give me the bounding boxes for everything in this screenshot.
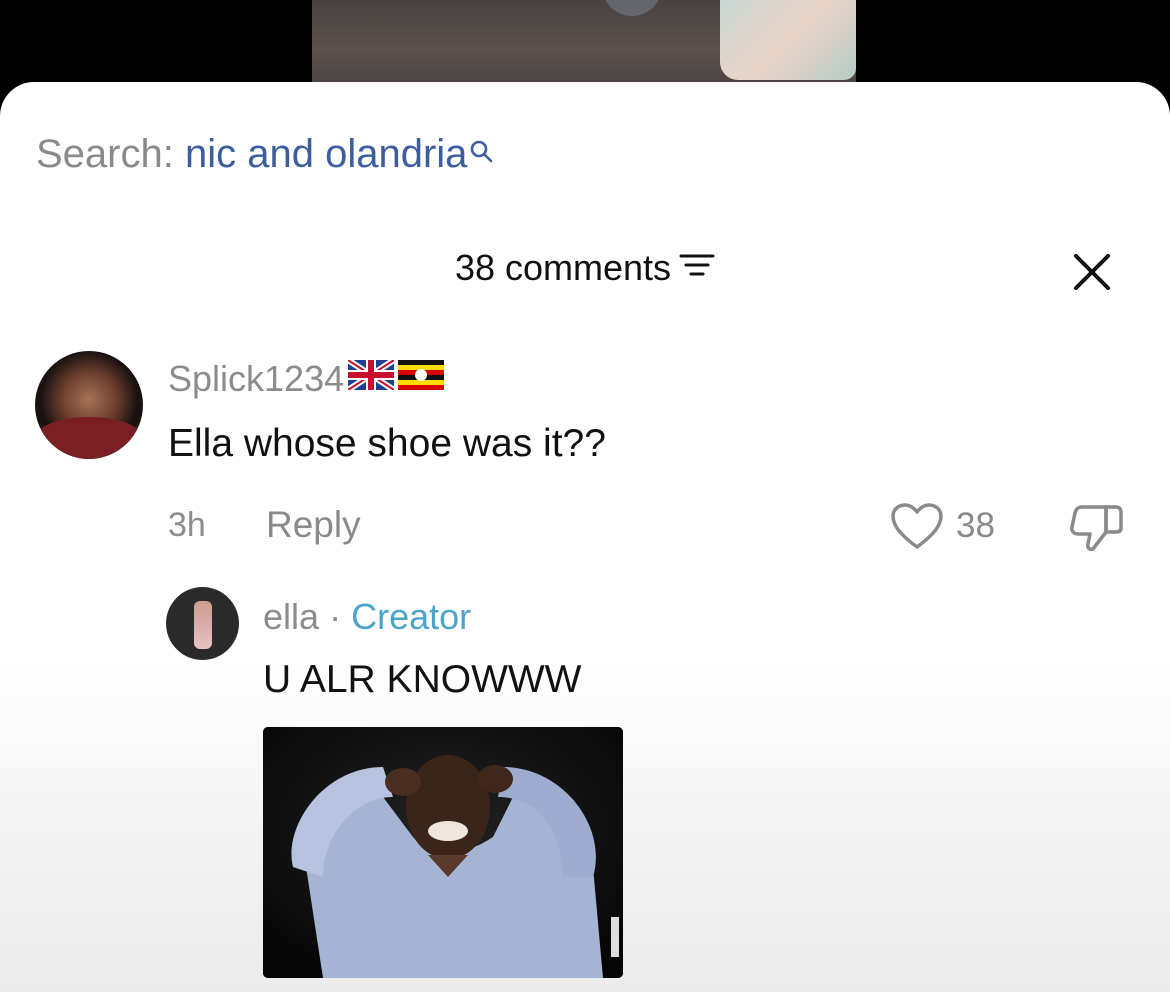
comments-count-header[interactable]: 38 comments	[0, 247, 1170, 289]
avatar[interactable]	[35, 351, 143, 459]
filter-icon[interactable]	[679, 247, 715, 289]
comment-username[interactable]: Splick1234	[168, 357, 445, 400]
avatar[interactable]	[166, 587, 239, 660]
avatar-coat	[35, 417, 143, 459]
box-image	[720, 0, 856, 80]
uganda-flag-icon	[398, 357, 445, 399]
creator-badge: Creator	[351, 596, 472, 637]
separator-dot: ·	[329, 596, 342, 637]
comment-timestamp: 3h	[168, 506, 206, 544]
avatar-figure	[194, 601, 212, 649]
username-text[interactable]: Splick1234	[168, 358, 344, 399]
shoe-image	[602, 0, 662, 16]
search-suggestion[interactable]: Search: nic and olandria	[36, 132, 495, 177]
reply-username[interactable]: ella · Creator	[263, 596, 471, 638]
comments-sheet: Search: nic and olandria 38 comments Spl…	[0, 82, 1170, 992]
uk-flag-icon	[346, 357, 396, 399]
search-prefix: Search:	[36, 132, 174, 176]
comment-text: Ella whose shoe was it??	[168, 422, 606, 465]
reply-button[interactable]: Reply	[266, 504, 361, 546]
comments-count: 38 comments	[454, 247, 672, 288]
video-background	[312, 0, 856, 82]
search-query[interactable]: nic and olandria	[185, 132, 467, 176]
close-icon[interactable]	[1072, 252, 1112, 292]
reply-gif[interactable]	[263, 727, 623, 978]
thumbs-down-icon[interactable]	[1068, 502, 1124, 552]
username-text[interactable]: ella	[263, 596, 319, 637]
reply-text: U ALR KNOWWW	[263, 658, 582, 701]
heart-icon[interactable]	[890, 502, 944, 552]
search-icon	[469, 130, 495, 175]
like-count: 38	[956, 506, 995, 545]
